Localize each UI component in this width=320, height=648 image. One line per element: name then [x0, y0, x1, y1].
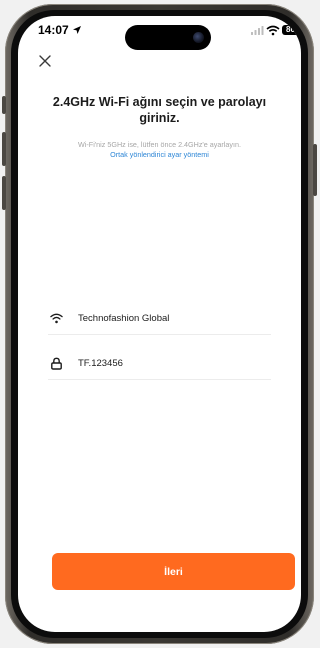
camera-icon	[193, 32, 204, 43]
status-indicators: 80	[250, 25, 299, 37]
router-settings-link[interactable]: Ortak yönlendirici ayar yöntemi	[28, 150, 291, 160]
band-hint: Wi-Fi'niz 5GHz ise, lütfen önce 2.4GHz'e…	[78, 140, 241, 149]
password-value: TF.123456	[78, 358, 123, 369]
wifi-status-icon	[266, 25, 280, 36]
cellular-signal-icon	[251, 26, 264, 35]
wifi-icon	[50, 313, 63, 324]
dynamic-island	[125, 25, 211, 50]
volume-down-button	[2, 176, 6, 210]
lock-icon	[51, 357, 62, 370]
status-bar: 14:07 80	[18, 16, 301, 56]
battery-icon: 80	[282, 25, 299, 35]
wifi-name-field[interactable]: Technofashion Global	[48, 304, 271, 335]
power-button	[313, 144, 317, 196]
volume-up-button	[2, 132, 6, 166]
status-time: 14:07	[38, 23, 69, 37]
phone-frame: 14:07 80 2.4GHz Wi-Fi ağını seçin ve par…	[2, 4, 317, 644]
password-field[interactable]: TF.123456	[48, 349, 271, 380]
wifi-name-value: Technofashion Global	[78, 313, 170, 324]
app-screen: 14:07 80 2.4GHz Wi-Fi ağını seçin ve par…	[18, 16, 301, 632]
close-icon[interactable]	[38, 54, 52, 68]
page-title: 2.4GHz Wi-Fi ağını seçin ve parolayı gir…	[52, 95, 267, 125]
next-button[interactable]: İleri	[52, 553, 295, 590]
action-button	[2, 96, 6, 114]
location-arrow-icon	[73, 26, 81, 34]
